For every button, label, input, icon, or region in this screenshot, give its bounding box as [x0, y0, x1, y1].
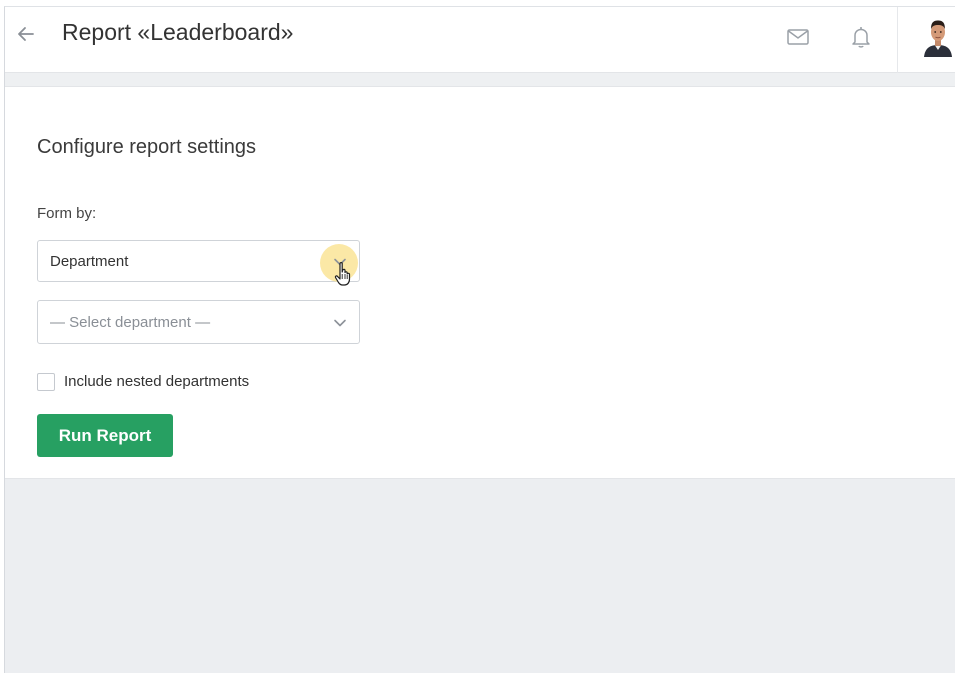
page-title: Report «Leaderboard»: [62, 19, 294, 45]
arrow-left-icon: [18, 27, 34, 41]
run-report-button[interactable]: Run Report: [37, 414, 173, 457]
include-nested-checkbox[interactable]: [37, 373, 55, 391]
top-header: Report «Leaderboard»: [5, 7, 955, 73]
department-placeholder: — Select department —: [50, 314, 211, 331]
bell-icon: [852, 27, 870, 48]
form-by-label: Form by:: [37, 205, 97, 222]
user-avatar-icon: [924, 20, 952, 57]
header-divider: [897, 7, 898, 73]
back-button[interactable]: [13, 21, 39, 47]
chevron-down-icon: [334, 319, 346, 327]
mail-icon: [787, 29, 809, 45]
avatar[interactable]: [921, 17, 955, 57]
chevron-down-icon: [334, 258, 346, 266]
mail-button[interactable]: [786, 26, 810, 48]
form-by-value: Department: [50, 253, 129, 270]
app-frame: Report «Leaderboard» Configure report se…: [4, 6, 955, 673]
section-title: Configure report settings: [37, 136, 257, 158]
department-select[interactable]: — Select department —: [37, 300, 360, 344]
include-nested-label: Include nested departments: [64, 373, 250, 390]
header-subbar: [5, 73, 955, 86]
notifications-button[interactable]: [850, 25, 872, 49]
form-by-select[interactable]: Department: [37, 240, 360, 286]
settings-card: Configure report settings Form by: Depar…: [5, 86, 955, 479]
